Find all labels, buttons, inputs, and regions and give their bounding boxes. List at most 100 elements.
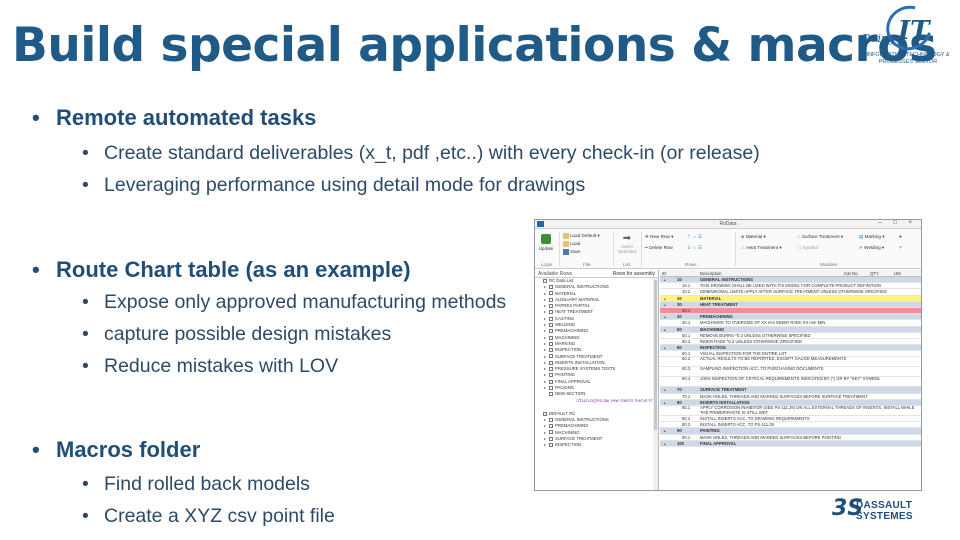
welding-icon: ✔ bbox=[859, 245, 863, 250]
surface-treatment-button[interactable]: ◇ Surface Treatment ▾ bbox=[797, 234, 843, 240]
row-checkbox[interactable] bbox=[543, 411, 547, 416]
row-checkbox[interactable] bbox=[549, 436, 553, 441]
col-cat-no[interactable]: Cat No. bbox=[844, 271, 859, 276]
doing-it-logo: Doing IT INFORMATION TECHNOLOGY & PROCES… bbox=[858, 0, 958, 66]
row-checkbox[interactable] bbox=[543, 278, 547, 283]
window-controls[interactable]: – □ × bbox=[878, 220, 917, 226]
tree-item-label: INSPECTION bbox=[555, 347, 582, 353]
route-chart-grid: ID Description Cat No. QTY UM ▲ 10 GENERAL… bbox=[660, 270, 921, 490]
rodata-window: RoData – □ × Update Load Default ▾ Load … bbox=[534, 219, 922, 491]
row-description: APPLY CORROSION INHIBITOR (SEE PS-111.29… bbox=[700, 406, 915, 415]
collapse-icon[interactable]: ▲ bbox=[663, 441, 666, 446]
tree-item-label: NEW SECTION bbox=[555, 391, 586, 397]
row-checkbox[interactable] bbox=[549, 373, 553, 378]
symbol-button[interactable]: ▢ Symbol bbox=[797, 245, 818, 251]
sub-bullet: Expose only approved manufacturing metho… bbox=[82, 291, 506, 314]
update-button[interactable]: Update bbox=[538, 234, 554, 251]
row-checkbox[interactable] bbox=[549, 379, 553, 384]
row-id: 60.2 bbox=[682, 357, 691, 362]
row-checkbox[interactable] bbox=[549, 385, 553, 390]
slide-title: Build special applications & macros bbox=[12, 18, 937, 73]
row-checkbox[interactable] bbox=[549, 341, 553, 346]
grid-rows: ▲ 10 GENERAL INSTRUCTIONS 10.1 THIS DRAWING … bbox=[660, 277, 921, 447]
row-checkbox[interactable] bbox=[549, 322, 553, 327]
tree-item-label: RC Data List bbox=[549, 278, 574, 283]
row-checkbox[interactable] bbox=[549, 348, 553, 353]
col-id[interactable]: ID bbox=[662, 271, 666, 276]
row-checkbox[interactable] bbox=[549, 424, 553, 429]
sub-bullet: Create a XYZ csv point file bbox=[82, 505, 335, 528]
table-row[interactable]: ▲ 100 FINAL APPROVAL bbox=[660, 440, 921, 447]
save-icon bbox=[563, 249, 569, 255]
row-checkbox[interactable] bbox=[549, 285, 553, 290]
sub-bullet: Find rolled back models bbox=[82, 473, 310, 496]
col-description[interactable]: Description bbox=[700, 271, 722, 276]
group-label-login: Login bbox=[541, 262, 553, 267]
col-qty[interactable]: QTY bbox=[870, 271, 879, 276]
material-button[interactable]: ◈ Material ▾ bbox=[741, 234, 766, 240]
tree-item-label: PREMACHINING bbox=[555, 328, 589, 334]
marking-icon: ▤ bbox=[859, 234, 864, 239]
info-icon[interactable]: ● bbox=[899, 234, 902, 239]
logo-doing-text: Doing bbox=[862, 32, 896, 45]
new-row-button[interactable]: ✚ New Row ▾ bbox=[645, 234, 673, 240]
dassault-logo: 3S DASSAULT SYSTEMES bbox=[830, 494, 930, 530]
row-checkbox[interactable] bbox=[549, 291, 553, 296]
group-label-modules: Modules bbox=[820, 262, 838, 267]
marking-button[interactable]: ▤ Marking ▾ bbox=[859, 234, 885, 240]
row-id: 100 bbox=[677, 440, 684, 446]
row-checkbox[interactable] bbox=[549, 430, 553, 435]
flame-icon: ♨ bbox=[741, 245, 746, 250]
tree-item-hebrew[interactable]: שורת הוראות חרושתי שאין שם פתקים בטבלה bbox=[535, 398, 658, 411]
table-row[interactable]: 80.1 APPLY CORROSION INHIBITOR (SEE PS-11… bbox=[660, 406, 921, 416]
tree-item-label: AUXILIARY MATERIAL bbox=[555, 296, 600, 302]
table-row[interactable]: 60.3 SAMPLING INSPECTION ACC. TO PURCHASI… bbox=[660, 367, 921, 378]
group-label-list: List bbox=[623, 262, 631, 267]
row-checkbox[interactable] bbox=[549, 367, 553, 372]
window-titlebar: RoData – □ × bbox=[535, 220, 921, 229]
row-checkbox[interactable] bbox=[549, 335, 553, 340]
row-checkbox[interactable] bbox=[549, 304, 553, 309]
load-button[interactable]: Load bbox=[563, 241, 580, 247]
rows-tree: RC Data List ▸ GENERAL INSTRUCTIONS ▸ MATERI… bbox=[535, 278, 658, 448]
available-rows-label: Available Rows bbox=[538, 271, 573, 277]
row-checkbox[interactable] bbox=[549, 360, 553, 365]
welding-button[interactable]: ✔ Welding ▾ bbox=[859, 245, 884, 251]
tree-item[interactable]: ▸ INSPECTION bbox=[535, 442, 658, 448]
row-checkbox[interactable] bbox=[549, 354, 553, 359]
row-checkbox[interactable] bbox=[549, 442, 553, 447]
window-title: RoData bbox=[719, 221, 737, 227]
sub-bullet: Reduce mistakes with LOV bbox=[82, 355, 338, 378]
col-um[interactable]: UM bbox=[894, 271, 901, 276]
plus-icon: ✚ bbox=[645, 234, 649, 239]
row-checkbox[interactable] bbox=[549, 297, 553, 302]
arrows-icon[interactable]: ⇓ ⇔ ☰ bbox=[687, 245, 702, 251]
sub-bullet: Create standard deliverables (x_t, pdf ,… bbox=[82, 142, 760, 165]
table-row[interactable]: 60.4 100% INSPECTION OF CRITICAL REQUIREM… bbox=[660, 377, 921, 388]
tree-item-label: MARKING bbox=[555, 340, 576, 346]
tree-item-label: MACHINING bbox=[555, 429, 580, 435]
row-checkbox[interactable] bbox=[549, 417, 553, 422]
row-checkbox[interactable] bbox=[549, 392, 553, 397]
row-checkbox[interactable] bbox=[549, 310, 553, 315]
filter-icon[interactable]: ⊤ ⇔ ☰ bbox=[687, 234, 702, 240]
heat-treatment-button[interactable]: ♨ Heat Treatment ▾ bbox=[741, 245, 782, 251]
load-default-button[interactable]: Load Default ▾ bbox=[563, 233, 600, 239]
folder-icon bbox=[563, 241, 569, 247]
bullet-macros-folder: Macros folder bbox=[32, 437, 200, 463]
table-row[interactable]: 60.2 ACTUAL RESULTS TO BE REPORTED, EXCEP… bbox=[660, 357, 921, 368]
material-icon: ◈ bbox=[741, 234, 745, 239]
delete-row-button[interactable]: ━ Delete Row bbox=[645, 245, 673, 251]
save-button[interactable]: Save bbox=[563, 249, 580, 255]
tree-item-label: FINAL APPROVAL bbox=[555, 378, 591, 384]
row-id: 60.4 bbox=[682, 377, 691, 382]
row-id: 60.3 bbox=[682, 367, 691, 372]
tree-item-label: HEAT TREATMENT bbox=[555, 309, 594, 315]
help-icon[interactable]: ? bbox=[899, 245, 902, 250]
row-checkbox[interactable] bbox=[549, 329, 553, 334]
left-scrollbar[interactable] bbox=[653, 278, 658, 490]
bullet-remote-tasks: Remote automated tasks bbox=[32, 105, 316, 131]
row-checkbox[interactable] bbox=[549, 316, 553, 321]
tree-item-label: SURFACE TREATMENT bbox=[555, 353, 603, 359]
insert-selected-button[interactable]: ➡ Insert Selected bbox=[617, 233, 637, 254]
